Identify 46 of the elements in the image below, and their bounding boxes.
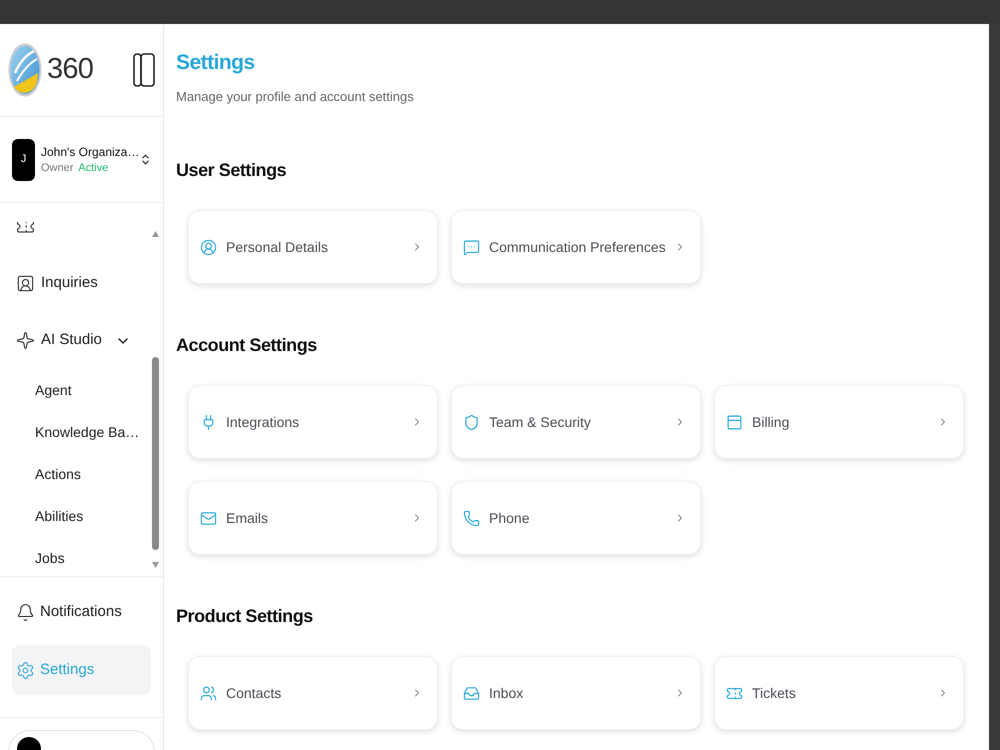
sidebar-toggle-icon[interactable] (133, 53, 155, 87)
sidebar-subitem[interactable]: Abilities (0, 495, 151, 537)
scroll-up-arrow-icon[interactable] (152, 231, 159, 237)
sidebar-subitem[interactable]: Agent (0, 369, 151, 411)
sidebar-item[interactable]: AI Studio (0, 312, 151, 369)
page-subtitle: Manage your profile and account settings (176, 88, 414, 106)
scroll-down-arrow-icon[interactable] (152, 562, 159, 568)
settings-card[interactable]: Phone (451, 481, 701, 555)
settings-icon (16, 660, 35, 680)
logo-icon (8, 43, 42, 97)
inbox-icon (463, 684, 480, 702)
settings-card[interactable]: Team & Security (451, 385, 701, 459)
settings-card[interactable]: Inbox (451, 656, 701, 730)
section-heading: Product Settings (176, 605, 313, 628)
organization-avatar: J (12, 138, 35, 180)
sidebar-subitem[interactable]: Actions (0, 453, 151, 495)
logo-text: 360 (47, 52, 94, 88)
settings-card[interactable]: Personal Details (188, 210, 438, 284)
role-label: Owner (41, 162, 74, 176)
settings-card[interactable]: Billing (714, 385, 964, 459)
chat-bubble-icon (463, 238, 480, 256)
sidebar-item[interactable]: Notifications (12, 587, 151, 637)
section-heading: Account Settings (176, 334, 317, 357)
scrollbar-thumb[interactable] (152, 357, 159, 550)
users-icon (200, 684, 217, 702)
section-heading: User Settings (176, 159, 286, 182)
shield-icon (463, 414, 480, 430)
bell-icon (16, 602, 35, 622)
user-circle-icon (200, 238, 217, 256)
settings-card[interactable]: Integrations (188, 385, 438, 459)
settings-card[interactable]: Emails (188, 481, 438, 555)
sparkle-icon (16, 331, 35, 350)
page-scrollbar[interactable] (989, 24, 1000, 750)
sidebar-subitem[interactable]: Jobs (0, 537, 151, 576)
settings-card[interactable]: Contacts (188, 656, 438, 730)
organization-name: John's Organiza… (41, 144, 140, 160)
settings-card[interactable]: Communication Preferences (451, 210, 701, 284)
user-square-icon (16, 274, 35, 293)
sidebar-subitem[interactable]: Knowledge Ba… (0, 411, 151, 453)
phone-icon (463, 510, 480, 526)
mail-icon (200, 510, 217, 526)
page-title: Settings (176, 50, 255, 76)
panel-icon (726, 414, 743, 430)
sidebar-item[interactable]: Inquiries (0, 255, 151, 312)
settings-card[interactable]: Tickets (714, 656, 964, 730)
status-label: Active (78, 162, 108, 176)
